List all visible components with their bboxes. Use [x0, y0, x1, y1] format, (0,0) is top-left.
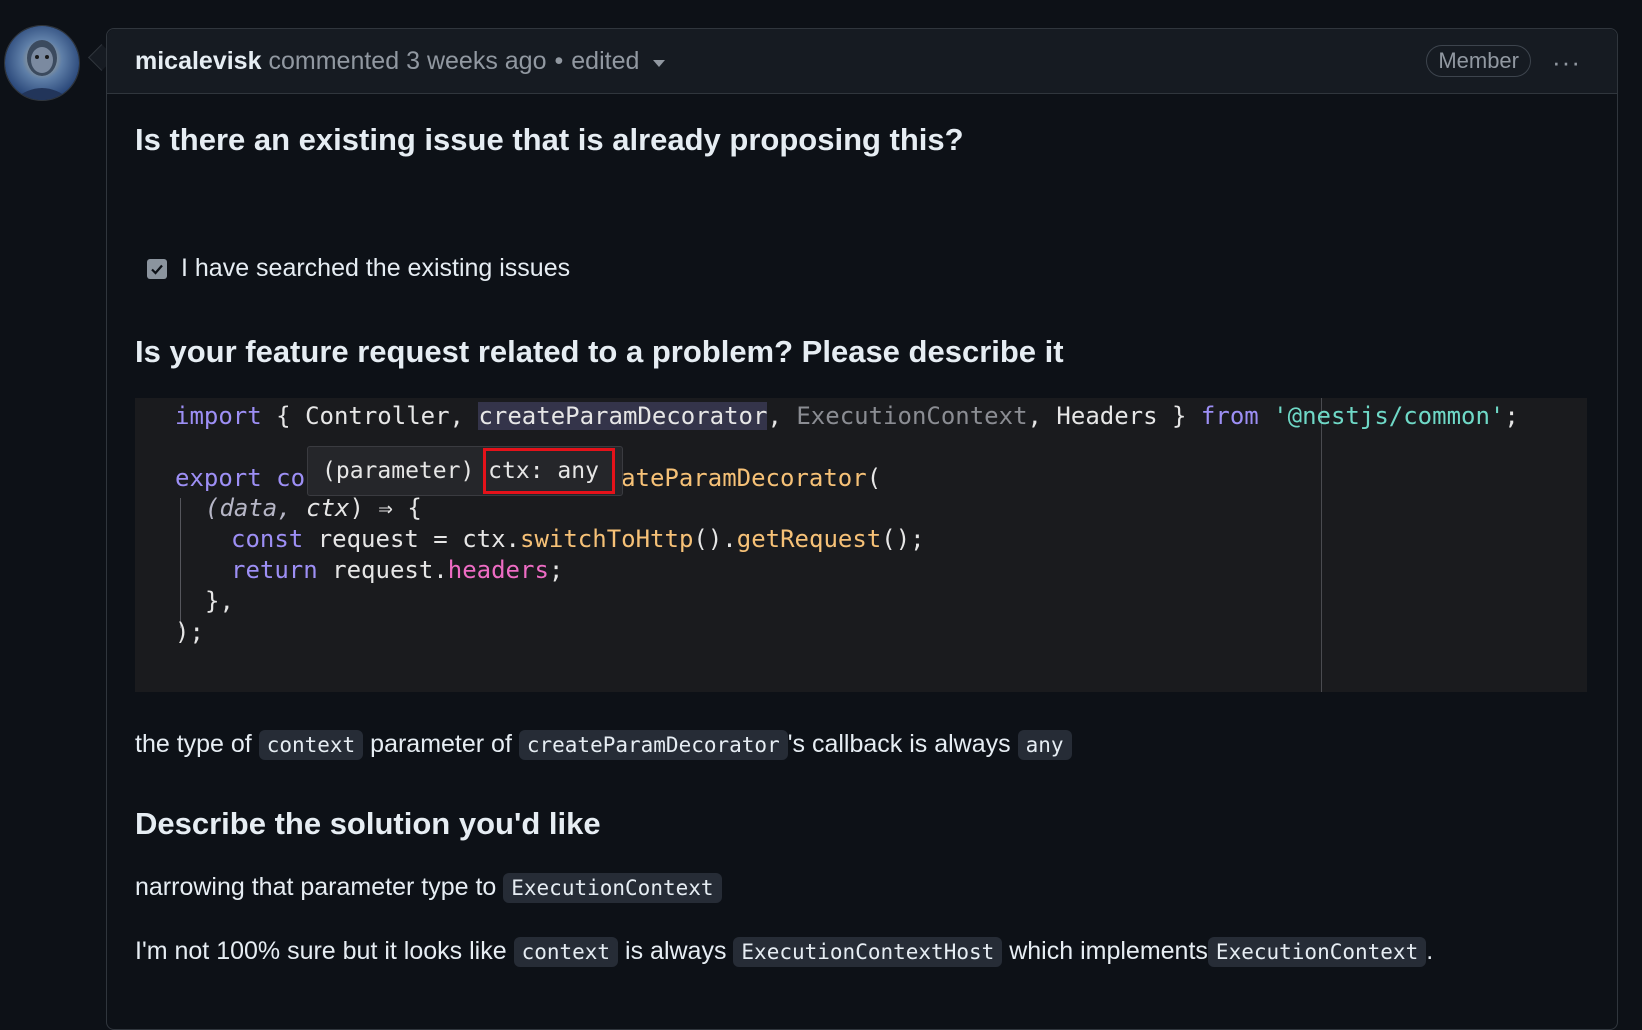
- author-link[interactable]: micalevisk: [135, 47, 262, 76]
- avatar-image: [5, 26, 79, 100]
- checklist-item: I have searched the existing issues: [147, 254, 570, 283]
- comment-time[interactable]: 3 weeks ago: [406, 47, 546, 76]
- heading-existing-issue: Is there an existing issue that is alrea…: [135, 122, 964, 157]
- comment-header: micalevisk commented 3 weeks ago • edite…: [107, 29, 1617, 94]
- ruler-guide-line: [1321, 398, 1322, 692]
- paragraph-narrowing: narrowing that parameter type to Executi…: [135, 873, 722, 903]
- edited-label[interactable]: edited: [571, 47, 639, 76]
- checkbox-checked-icon: [147, 258, 167, 279]
- code-line-6: },: [205, 587, 234, 615]
- indent-guide: [180, 498, 181, 628]
- code-line-3: (data, ctx) ⇒ {: [205, 494, 422, 522]
- code-line-7: );: [175, 618, 204, 646]
- kebab-menu-icon[interactable]: ···: [1552, 47, 1581, 78]
- checkbox-label: I have searched the existing issues: [181, 254, 571, 282]
- avatar[interactable]: [4, 25, 80, 101]
- chevron-down-icon[interactable]: [653, 59, 666, 67]
- code-line-5: return request.headers;: [231, 556, 564, 584]
- heading-solution: Describe the solution you'd like: [135, 806, 601, 841]
- heading-feature-problem: Is your feature request related to a pro…: [135, 334, 1064, 369]
- highlight-annotation-box: [483, 448, 615, 494]
- code-line-1: import { Controller, createParamDecorato…: [175, 402, 1519, 430]
- separator-dot: •: [554, 46, 564, 75]
- member-badge: Member: [1426, 45, 1531, 77]
- comment-card: micalevisk commented 3 weeks ago • edite…: [106, 28, 1618, 1030]
- code-screenshot: import { Controller, createParamDecorato…: [135, 398, 1587, 692]
- code-line-4: const request = ctx.switchToHttp().getRe…: [231, 525, 925, 553]
- paragraph-implementation: I'm not 100% sure but it looks like cont…: [135, 937, 1434, 967]
- paragraph-context-type: the type of context parameter of createP…: [135, 730, 1072, 760]
- comment-action: commented: [268, 46, 400, 75]
